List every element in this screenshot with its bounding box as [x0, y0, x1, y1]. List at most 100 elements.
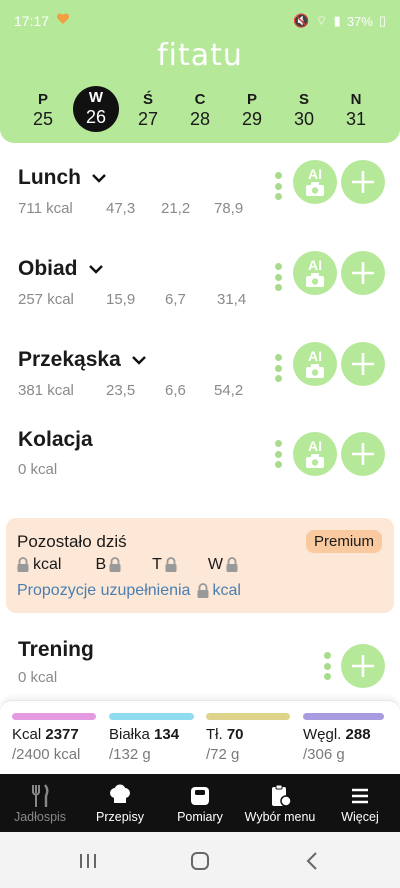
- meal-title[interactable]: Obiad: [18, 257, 104, 281]
- meal-kcal: 381 kcal: [18, 382, 74, 399]
- more-options-icon[interactable]: [275, 440, 283, 468]
- clipboard-icon: [272, 784, 291, 807]
- meal-name: Obiad: [18, 257, 78, 280]
- carbs-target: /306 g: [303, 746, 345, 763]
- nav-label: Więcej: [341, 810, 379, 824]
- day-1-selected[interactable]: W 26: [73, 86, 119, 132]
- meal-protein: 47,3: [106, 200, 136, 217]
- nav-wiecej[interactable]: Więcej: [320, 774, 400, 832]
- nav-przepisy[interactable]: Przepisy: [80, 774, 160, 832]
- day-number: 27: [137, 109, 159, 129]
- mute-icon: 🔇: [293, 13, 310, 28]
- week-selector: P 25 W 26 Ś 27 C 28 P 29 S 30 N 31: [18, 86, 382, 134]
- day-5[interactable]: S 30: [281, 88, 327, 134]
- add-food-button[interactable]: [341, 251, 385, 295]
- kcal-progress-bar: [12, 713, 96, 720]
- home-icon[interactable]: [190, 851, 210, 871]
- day-3[interactable]: C 28: [177, 88, 223, 134]
- ai-label: AI: [308, 166, 322, 182]
- kcal-summary: Kcal 2377: [12, 726, 79, 743]
- more-options-icon[interactable]: [324, 652, 332, 680]
- more-options-icon[interactable]: [275, 354, 283, 382]
- fat-value: 70: [226, 726, 244, 743]
- remaining-values: kcal B T W: [16, 556, 239, 574]
- day-letter: P: [37, 91, 48, 108]
- ai-photo-button[interactable]: AI: [293, 432, 337, 476]
- protein-progress-bar: [109, 713, 194, 720]
- ai-photo-button[interactable]: AI: [293, 342, 337, 386]
- training-kcal: 0 kcal: [18, 669, 58, 686]
- lock-icon: [197, 583, 209, 598]
- wifi-icon: ⌔: [315, 13, 328, 28]
- fat-label: Tł.: [206, 726, 223, 743]
- meal-fat: 6,6: [165, 382, 186, 399]
- meal-protein: 15,9: [106, 291, 136, 308]
- plus-icon: [352, 262, 374, 284]
- recent-apps-icon[interactable]: [78, 852, 98, 870]
- remaining-t-label: T: [152, 556, 162, 573]
- nav-label: Jadłospis: [13, 810, 67, 824]
- ai-photo-button[interactable]: AI: [293, 251, 337, 295]
- day-2[interactable]: Ś 27: [125, 88, 171, 134]
- meal-przekaska: Przekąska 381 kcal 23,5 6,6 54,2 AI: [0, 342, 400, 428]
- lock-icon: [165, 557, 177, 572]
- suggestions-label: Propozycje uzupełnienia: [17, 582, 191, 599]
- camera-icon: [306, 182, 324, 196]
- day-letter: P: [246, 91, 257, 108]
- carbs-label: Węgl.: [303, 726, 342, 743]
- signal-icon: ▮: [333, 13, 341, 28]
- fat-summary: Tł. 70: [206, 726, 244, 743]
- remaining-today-card[interactable]: Pozostało dziś Premium kcal B T W Propoz…: [6, 518, 394, 613]
- daily-summary[interactable]: Kcal 2377 /2400 kcal Białka 134 /132 g T…: [0, 700, 400, 774]
- ai-label: AI: [308, 257, 322, 273]
- more-options-icon[interactable]: [275, 263, 283, 291]
- nav-wybor-menu[interactable]: Wybór menu: [240, 774, 320, 832]
- day-number: 26: [85, 107, 107, 127]
- suggestions-link[interactable]: Propozycje uzupełnienia kcal: [17, 582, 241, 600]
- meal-name: Lunch: [18, 166, 81, 189]
- day-letter: C: [194, 91, 206, 108]
- day-0[interactable]: P 25: [20, 88, 66, 134]
- menu-icon: [352, 788, 368, 804]
- lock-icon: [109, 557, 121, 572]
- chevron-down-icon: [88, 265, 103, 274]
- remaining-kcal-label: kcal: [33, 556, 62, 573]
- add-food-button[interactable]: [341, 160, 385, 204]
- more-options-icon[interactable]: [275, 172, 283, 200]
- meal-kcal: 257 kcal: [18, 291, 74, 308]
- add-training-button[interactable]: [341, 644, 385, 688]
- day-number: 25: [32, 109, 54, 129]
- ai-label: AI: [308, 438, 322, 454]
- meal-kolacja: Kolacja 0 kcal AI: [0, 428, 400, 508]
- heart-icon: [56, 13, 70, 24]
- meal-fat: 21,2: [161, 200, 191, 217]
- meal-title[interactable]: Przekąska: [18, 348, 147, 372]
- remaining-b-label: B: [95, 556, 107, 573]
- kcal-target: /2400 kcal: [12, 746, 81, 763]
- day-4[interactable]: P 29: [229, 88, 275, 134]
- meal-title[interactable]: Kolacja: [18, 428, 93, 452]
- day-6[interactable]: N 31: [333, 88, 379, 134]
- meal-title[interactable]: Lunch: [18, 166, 107, 190]
- back-icon[interactable]: [305, 851, 319, 871]
- battery-icon: ▯: [378, 13, 386, 28]
- status-bar: 17:17 🔇 ⌔ ▮ 37% ▯: [0, 0, 400, 40]
- day-number: 31: [345, 109, 367, 129]
- carbs-progress-bar: [303, 713, 384, 720]
- meal-name: Przekąska: [18, 348, 121, 371]
- add-food-button[interactable]: [341, 432, 385, 476]
- meal-fat: 6,7: [165, 291, 186, 308]
- premium-badge[interactable]: Premium: [305, 530, 382, 553]
- camera-icon: [306, 364, 324, 378]
- day-number: 30: [293, 109, 315, 129]
- status-icons: 🔇 ⌔ ▮ 37% ▯: [293, 13, 386, 29]
- kcal-label: Kcal: [12, 726, 42, 743]
- day-letter: S: [298, 91, 309, 108]
- nav-jadlospis[interactable]: Jadłospis: [0, 774, 80, 832]
- nav-pomiary[interactable]: Pomiary: [160, 774, 240, 832]
- add-food-button[interactable]: [341, 342, 385, 386]
- ai-photo-button[interactable]: AI: [293, 160, 337, 204]
- meal-lunch: Lunch 711 kcal 47,3 21,2 78,9 AI: [0, 160, 400, 246]
- nav-label: Pomiary: [177, 810, 223, 824]
- lock-icon: [226, 557, 238, 572]
